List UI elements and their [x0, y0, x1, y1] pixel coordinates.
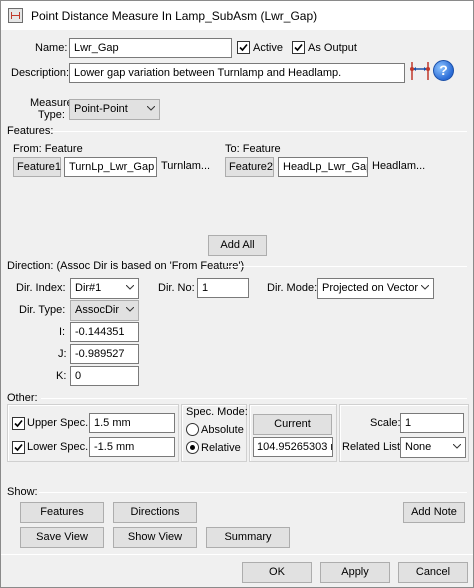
- spec-mode-label: Spec. Mode:: [186, 406, 248, 418]
- features-section-label: Features:: [7, 125, 54, 137]
- measure-dialog: Point Distance Measure In Lamp_SubAsm (L…: [0, 0, 474, 588]
- features-divider: [43, 131, 467, 132]
- lower-spec-checkbox[interactable]: [12, 441, 25, 454]
- current-button[interactable]: Current: [253, 414, 332, 435]
- from-feature-part: Turnlam...: [161, 160, 211, 172]
- as-output-checkbox[interactable]: [292, 41, 305, 54]
- dir-no-input[interactable]: 1: [197, 278, 249, 298]
- dir-index-label: Dir. Index:: [16, 282, 66, 294]
- save-view-button[interactable]: Save View: [20, 527, 104, 548]
- name-input[interactable]: Lwr_Gap: [69, 38, 232, 58]
- k-input[interactable]: 0: [70, 366, 139, 386]
- chevron-down-icon: [126, 285, 134, 292]
- direction-divider: [227, 266, 467, 267]
- to-feature-header: To: Feature: [225, 143, 281, 155]
- upper-spec-checkbox[interactable]: [12, 417, 25, 430]
- description-input[interactable]: Lower gap variation between Turnlamp and…: [69, 63, 405, 83]
- active-label: Active: [253, 42, 283, 54]
- dir-no-label: Dir. No:: [158, 282, 195, 294]
- show-section-label: Show:: [7, 486, 38, 498]
- dir-mode-select[interactable]: Projected on Vector: [317, 278, 434, 299]
- j-label: J:: [58, 348, 67, 360]
- from-feature-header: From: Feature: [13, 143, 83, 155]
- j-input[interactable]: -0.989527: [70, 344, 139, 364]
- absolute-radio[interactable]: [186, 423, 199, 436]
- i-input[interactable]: -0.144351: [70, 322, 139, 342]
- chevron-down-icon: [421, 285, 429, 292]
- chevron-down-icon: [147, 106, 155, 113]
- features-button[interactable]: Features: [20, 502, 104, 523]
- direction-section-label: Direction: (Assoc Dir is based on 'From …: [7, 260, 245, 272]
- directions-button[interactable]: Directions: [113, 502, 197, 523]
- feature2-tag[interactable]: Feature2: [225, 157, 274, 177]
- footer-divider: [1, 554, 473, 555]
- app-icon: [8, 8, 23, 23]
- measure-type-label-1: Measure: [30, 97, 73, 109]
- current-value: 104.95265303 r: [253, 437, 333, 457]
- name-label: Name:: [35, 42, 68, 54]
- to-feature-part: Headlam...: [372, 160, 426, 172]
- k-label: K:: [56, 370, 67, 382]
- show-divider: [39, 492, 467, 493]
- dir-type-value: AssocDir: [75, 304, 120, 316]
- relative-radio[interactable]: [186, 441, 199, 454]
- title-bar: Point Distance Measure In Lamp_SubAsm (L…: [1, 1, 473, 30]
- point-distance-icon[interactable]: [409, 60, 431, 82]
- from-feature-input[interactable]: TurnLp_Lwr_Gap: [64, 157, 157, 177]
- dir-index-value: Dir#1: [75, 282, 102, 294]
- add-note-button[interactable]: Add Note: [403, 502, 465, 523]
- apply-button[interactable]: Apply: [320, 562, 390, 583]
- checkmark-icon: [14, 419, 23, 428]
- other-section-label: Other:: [7, 392, 38, 404]
- window-title: Point Distance Measure In Lamp_SubAsm (L…: [31, 9, 318, 23]
- add-all-button[interactable]: Add All: [208, 235, 267, 256]
- as-output-label: As Output: [308, 42, 357, 54]
- measure-type-label-2: Type:: [38, 109, 65, 121]
- dir-mode-value: Projected on Vector: [322, 282, 419, 294]
- lower-spec-input[interactable]: -1.5 mm: [89, 437, 175, 457]
- upper-spec-label: Upper Spec.:: [27, 417, 92, 429]
- related-list-select[interactable]: None: [400, 437, 466, 458]
- relative-label: Relative: [201, 442, 241, 454]
- dir-index-select[interactable]: Dir#1: [70, 278, 139, 299]
- dir-type-select[interactable]: AssocDir: [70, 300, 139, 321]
- ok-button[interactable]: OK: [242, 562, 312, 583]
- show-view-button[interactable]: Show View: [113, 527, 197, 548]
- related-list-label: Related List:: [342, 441, 404, 453]
- checkmark-icon: [294, 43, 303, 52]
- to-feature-input[interactable]: HeadLp_Lwr_Gap: [278, 157, 368, 177]
- description-label: Description:: [11, 67, 70, 79]
- absolute-label: Absolute: [201, 424, 244, 436]
- help-icon[interactable]: ?: [433, 60, 454, 81]
- scale-input[interactable]: 1: [400, 413, 464, 433]
- i-label: I:: [59, 326, 66, 338]
- chevron-down-icon: [126, 307, 134, 314]
- feature1-tag[interactable]: Feature1: [13, 157, 61, 177]
- active-checkbox[interactable]: [237, 41, 250, 54]
- checkmark-icon: [239, 43, 248, 52]
- upper-spec-input[interactable]: 1.5 mm: [89, 413, 175, 433]
- summary-button[interactable]: Summary: [206, 527, 290, 548]
- scale-label: Scale:: [370, 417, 401, 429]
- measure-type-value: Point-Point: [74, 103, 128, 115]
- lower-spec-label: Lower Spec.:: [27, 441, 92, 453]
- related-list-value: None: [405, 441, 432, 453]
- other-divider: [41, 398, 467, 399]
- dir-mode-label: Dir. Mode:: [267, 282, 318, 294]
- chevron-down-icon: [453, 444, 461, 451]
- dir-type-label: Dir. Type:: [19, 304, 66, 316]
- cancel-button[interactable]: Cancel: [398, 562, 468, 583]
- checkmark-icon: [14, 443, 23, 452]
- measure-type-select[interactable]: Point-Point: [69, 99, 160, 120]
